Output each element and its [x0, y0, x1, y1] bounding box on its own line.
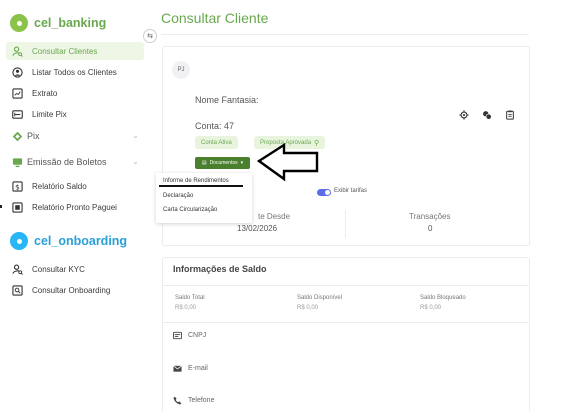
clipboard-icon[interactable] — [504, 109, 515, 120]
brand-banking[interactable]: cel_banking — [10, 14, 106, 32]
status-tag-conta-ativa: Conta Ativa — [195, 136, 238, 149]
documentos-button[interactable]: ▤ Documentos ▾ — [195, 157, 250, 169]
saldo-card — [162, 257, 530, 411]
nome-fantasia-label: Nome Fantasia: — [195, 95, 259, 105]
chevron-down-icon: ⌄ — [132, 131, 139, 140]
info-row-email: E-mail — [173, 364, 208, 373]
chevron-down-icon: ⌄ — [132, 157, 139, 166]
transacoes-value: 0 — [428, 224, 433, 233]
sidebar-item-consultar-kyc[interactable]: Consultar KYC — [6, 260, 144, 278]
sidebar-item-label: Consultar Clientes — [32, 46, 98, 56]
phone-icon — [173, 396, 182, 405]
stats-divider — [345, 210, 346, 238]
client-actions — [458, 109, 515, 120]
page-title: Consultar Cliente — [161, 10, 269, 26]
user-circle-icon — [12, 66, 23, 78]
dropdown-item-carta-circularizacao[interactable]: Carta Circularização — [163, 207, 217, 213]
chart-doc-icon — [12, 87, 23, 99]
transacoes-label: Transações — [409, 212, 451, 221]
sidebar-item-label: Consultar Onboarding — [32, 285, 111, 295]
sidebar-item-label: Relatório Pronto Paguei — [32, 202, 117, 212]
sidebar-collapse-toggle[interactable]: ⇆ — [143, 29, 157, 43]
status-tag-label: Conta Ativa — [201, 139, 232, 146]
sidebar-item-extrato[interactable]: Extrato — [6, 84, 144, 102]
edge-marker — [0, 205, 2, 208]
info-row-label: Telefone — [188, 397, 215, 404]
doc-search-icon — [12, 284, 23, 296]
saldo-bloqueado-label: Saldo Bloqueado — [420, 295, 466, 301]
dropdown-item-informe-rendimentos[interactable]: Informe de Rendimentos — [163, 178, 229, 184]
cliente-desde-label: te Desde — [258, 212, 291, 221]
annotation-arrow-icon — [256, 143, 319, 182]
sidebar-item-limite-pix[interactable]: Limite Pix — [6, 105, 144, 123]
info-row-cnpj: CNPJ — [173, 331, 206, 340]
saldo-divider — [162, 285, 530, 286]
sidebar-item-relatorio-pronto-paguei[interactable]: Relatório Pronto Paguei — [6, 198, 144, 216]
svg-text:$: $ — [15, 182, 20, 191]
sidebar-item-label: Extrato — [32, 88, 58, 98]
dollar-doc-icon: $ — [12, 180, 23, 192]
exibir-tarifas-toggle[interactable] — [317, 189, 331, 196]
limit-icon — [12, 109, 23, 120]
cliente-desde-value: 13/02/2026 — [237, 224, 278, 233]
mail-icon — [173, 364, 182, 373]
highlight-underline — [159, 185, 243, 187]
client-type-badge: PJ — [172, 61, 190, 79]
saldo-bloqueado-value: R$ 0,00 — [420, 305, 442, 311]
saldo-total-label: Saldo Total — [175, 295, 205, 301]
sidebar-section-label: Emissão de Boletos — [27, 157, 107, 167]
saldo-title: Informações de Saldo — [173, 264, 267, 274]
saldo-divider-2 — [162, 322, 530, 323]
sidebar-item-label: Consultar KYC — [32, 264, 85, 274]
info-row-label: E-mail — [188, 365, 208, 372]
exibir-tarifas-label: Exibir tarifas — [334, 188, 368, 194]
pix-icon — [12, 131, 23, 142]
documentos-button-label: Documentos — [209, 160, 238, 166]
cel-onboarding-logo-icon — [10, 232, 28, 250]
documentos-dropdown: Informe de Rendimentos Declaração Carta … — [156, 173, 252, 223]
brand-banking-label: cel_banking — [34, 16, 107, 30]
coins-icon[interactable] — [481, 109, 492, 120]
user-search-icon — [12, 264, 23, 275]
gear-icon[interactable] — [458, 109, 469, 120]
sidebar-item-label: Limite Pix — [32, 109, 67, 119]
info-row-telefone: Telefone — [173, 396, 214, 405]
title-divider — [161, 34, 529, 35]
collapse-arrows-icon: ⇆ — [147, 33, 153, 40]
sidebar-section-label: Pix — [27, 131, 40, 141]
user-search-icon — [12, 46, 23, 57]
info-row-label: CNPJ — [188, 332, 207, 339]
sidebar-item-label: Listar Todos os Clientes — [32, 67, 117, 77]
sidebar-section-pix[interactable]: Pix ⌄ — [6, 127, 144, 145]
sidebar-item-listar-todos[interactable]: Listar Todos os Clientes — [6, 63, 144, 81]
saldo-total-value: R$ 0,00 — [175, 305, 197, 311]
saldo-disponivel-label: Saldo Disponível — [297, 295, 343, 301]
brand-onboarding[interactable]: cel_onboarding — [10, 232, 127, 250]
sidebar-item-label: Relatório Saldo — [32, 181, 87, 191]
conta-label: Conta: 47 — [195, 121, 235, 131]
cel-banking-logo-icon — [10, 14, 28, 32]
sidebar-item-consultar-clientes[interactable]: Consultar Clientes — [6, 42, 144, 60]
brand-onboarding-label: cel_onboarding — [34, 234, 128, 248]
doc-icon — [12, 201, 23, 213]
sidebar: cel_banking Consultar Clientes Listar To… — [0, 0, 150, 411]
sidebar-item-relatorio-saldo[interactable]: $ Relatório Saldo — [6, 177, 144, 195]
id-card-icon — [173, 331, 182, 340]
monitor-icon — [12, 157, 23, 168]
saldo-disponivel-value: R$ 0,00 — [297, 305, 319, 311]
sidebar-section-emissao-boletos[interactable]: Emissão de Boletos ⌄ — [6, 153, 144, 171]
dropdown-item-declaracao[interactable]: Declaração — [163, 193, 193, 199]
chevron-down-icon: ▾ — [240, 160, 244, 166]
document-icon: ▤ — [201, 160, 207, 166]
sidebar-item-consultar-onboarding[interactable]: Consultar Onboarding — [6, 281, 144, 299]
